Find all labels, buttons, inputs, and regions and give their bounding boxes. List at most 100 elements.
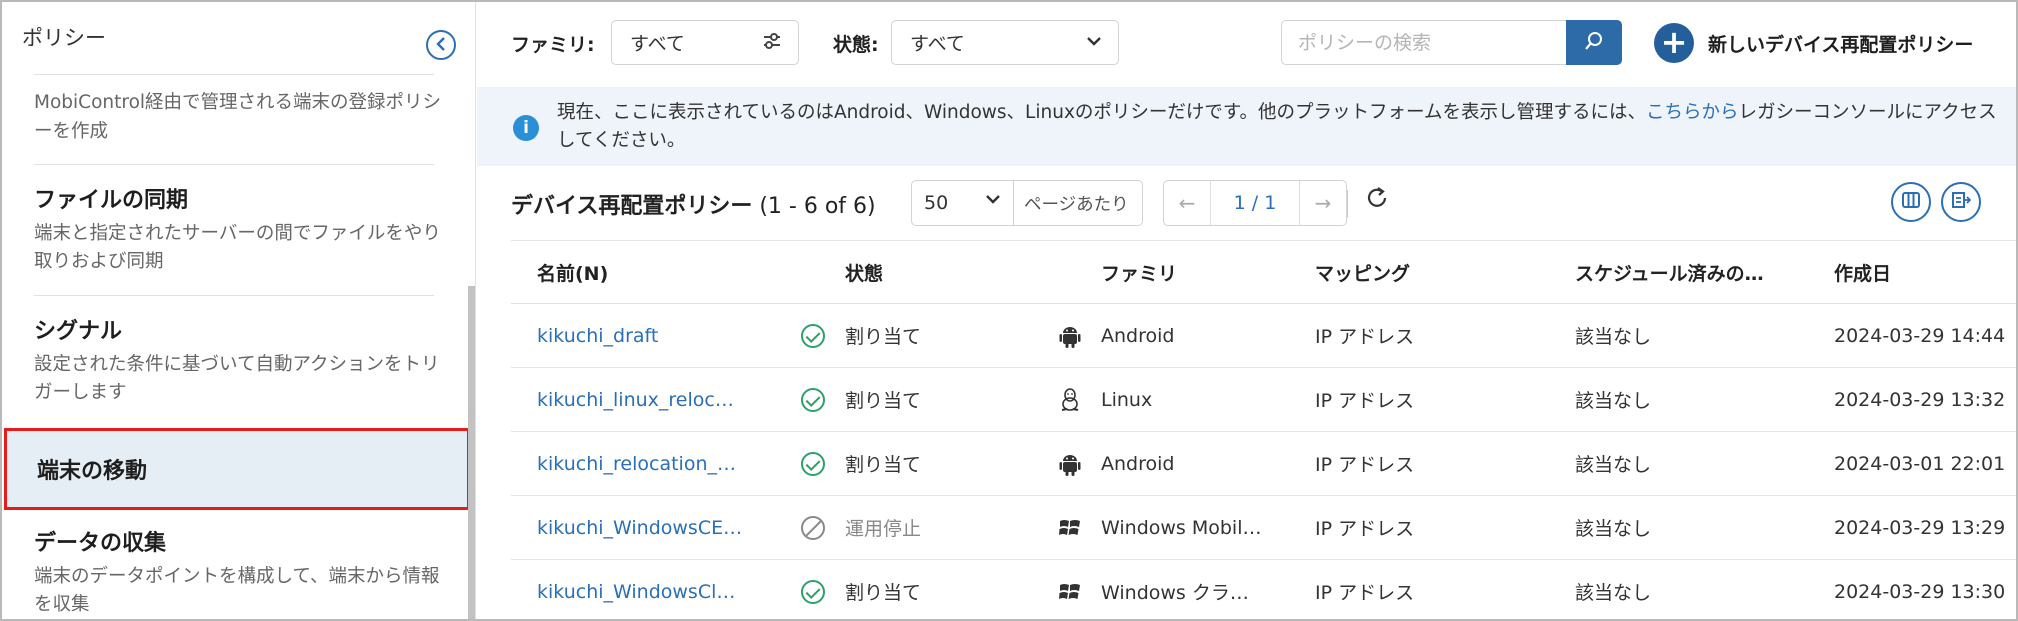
sidebar-title: ポリシー [22, 26, 106, 50]
policy-mapping: IP アドレス [1315, 454, 1415, 476]
sidebar-item-description: 端末と指定されたサーバーの間でファイルをやり取りおよび同期 [34, 223, 441, 272]
family-filter-select[interactable]: すべて [611, 20, 799, 65]
previous-page-button[interactable]: ← [1164, 181, 1210, 225]
per-page-select[interactable]: 50 ページあたり [911, 180, 1143, 226]
android-icon [1057, 432, 1083, 495]
policy-table: 名前(N) 状態 ファミリ マッピング スケジュール済みの… 作成日 kikuc… [511, 240, 2016, 619]
collapse-sidebar-button[interactable] [426, 30, 456, 60]
table-row[interactable]: kikuchi_WindowsCl… 割り当て Windows クラ… IP ア… [511, 560, 2016, 619]
new-policy-label: 新しいデバイス再配置ポリシー [1708, 33, 1974, 56]
sidebar-scrollbar[interactable] [468, 286, 475, 619]
policy-mapping: IP アドレス [1315, 582, 1415, 604]
search-button[interactable] [1566, 20, 1622, 65]
divider [34, 164, 434, 165]
table-header-row: 名前(N) 状態 ファミリ マッピング スケジュール済みの… 作成日 [511, 240, 2016, 304]
sidebar-item-label: シグナル [34, 319, 123, 344]
policy-mapping: IP アドレス [1315, 390, 1415, 412]
column-header-scheduled[interactable]: スケジュール済みの… [1575, 241, 1805, 304]
policy-mapping: IP アドレス [1315, 326, 1415, 348]
policy-scheduled: 該当なし [1575, 390, 1652, 412]
arrow-right-icon: → [1314, 191, 1332, 215]
policy-state: 割り当て [845, 390, 922, 412]
policy-created: 2024-03-29 13:30 [1834, 580, 2006, 603]
new-relocation-policy-button[interactable]: + 新しいデバイス再配置ポリシー [1654, 20, 1973, 66]
chevron-down-icon [985, 189, 1001, 214]
android-icon [1057, 304, 1083, 367]
policy-name-link[interactable]: kikuchi_linux_reloc… [537, 368, 787, 431]
info-banner-text: 現在、ここに表示されているのはAndroid、Windows、Linuxのポリシ… [557, 102, 1997, 151]
family-filter-value: すべて [630, 33, 685, 55]
policy-state: 割り当て [845, 454, 922, 476]
sidebar-item-data-collection[interactable]: データの収集 端末のデータポイントを構成して、端末から情報を収集 [34, 525, 454, 619]
policy-name-link[interactable]: kikuchi_WindowsCE… [537, 496, 787, 559]
table-row[interactable]: kikuchi_draft 割り当て Android IP アドレス 該当なし … [511, 304, 2016, 368]
sidebar-item-label: データの収集 [34, 531, 167, 556]
sidebar-item-label: ファイルの同期 [34, 188, 189, 213]
policy-name-link[interactable]: kikuchi_WindowsCl… [537, 560, 787, 619]
policy-created: 2024-03-29 14:44 [1834, 324, 2006, 347]
info-banner: i 現在、ここに表示されているのはAndroid、Windows、Linuxのポ… [477, 87, 2016, 166]
policy-family: Android [1101, 452, 1175, 475]
export-icon [1951, 190, 1972, 214]
table-row[interactable]: kikuchi_relocation_… 割り当て Android IP アドレ… [511, 432, 2016, 496]
sidebar-item-description: 設定された条件に基づいて自動アクションをトリガーします [34, 354, 440, 403]
policy-family: Android [1101, 324, 1175, 347]
pagination: ← 1 / 1 → [1163, 180, 1347, 226]
policy-name-link[interactable]: kikuchi_relocation_… [537, 432, 787, 495]
sliders-icon [762, 31, 782, 56]
policy-scheduled: 該当なし [1575, 582, 1652, 604]
column-header-state[interactable]: 状態 [845, 241, 985, 304]
policy-scheduled: 該当なし [1575, 326, 1652, 348]
policy-state: 割り当て [845, 582, 922, 604]
refresh-button[interactable] [1359, 182, 1395, 218]
refresh-icon [1364, 185, 1390, 215]
per-page-unit: ページあたり [1024, 194, 1129, 215]
sidebar-item-description: 端末のデータポイントを構成して、端末から情報を収集 [34, 566, 440, 615]
next-page-button[interactable]: → [1300, 181, 1346, 225]
column-settings-button[interactable] [1891, 182, 1931, 222]
export-button[interactable] [1941, 182, 1981, 222]
per-page-value: 50 [924, 192, 949, 214]
column-header-mapping[interactable]: マッピング [1315, 241, 1545, 304]
app-window: ポリシー MobiControl経由で管理される端末の登録ポリシーを作成 ファイ… [0, 0, 2018, 621]
disabled-circle-icon [801, 515, 825, 540]
chevron-left-icon [435, 36, 447, 55]
policy-created: 2024-03-01 22:01 [1834, 452, 2006, 475]
family-filter-label: ファミリ: [511, 34, 595, 56]
check-circle-icon [801, 579, 825, 604]
sidebar-item-signal[interactable]: シグナル 設定された条件に基づいて自動アクションをトリガーします [34, 313, 454, 407]
policy-scheduled: 該当なし [1575, 454, 1652, 476]
policy-state: 運用停止 [845, 518, 922, 540]
column-header-name[interactable]: 名前(N) [537, 241, 787, 304]
policy-scheduled: 該当なし [1575, 518, 1652, 540]
chevron-down-icon [1086, 31, 1102, 56]
sidebar-item-file-sync[interactable]: ファイルの同期 端末と指定されたサーバーの間でファイルをやり取りおよび同期 [34, 182, 454, 276]
list-range: (1 - 6 of 6) [759, 194, 876, 219]
legacy-console-link[interactable]: こちらから [1646, 102, 1739, 123]
column-header-created[interactable]: 作成日 [1834, 241, 2016, 304]
table-row[interactable]: kikuchi_linux_reloc… 割り当て Linux IP アドレス … [511, 368, 2016, 432]
page-indicator: 1 / 1 [1210, 181, 1300, 225]
state-filter-value: すべて [910, 33, 965, 55]
plus-icon: + [1654, 23, 1694, 63]
state-filter-select[interactable]: すべて [891, 20, 1119, 65]
linux-icon [1057, 368, 1083, 431]
column-header-family[interactable]: ファミリ [1101, 241, 1271, 304]
check-circle-icon [801, 451, 825, 476]
list-title: デバイス再配置ポリシー (1 - 6 of 6) [511, 194, 876, 219]
main-panel: ファミリ: すべて 状態: すべて + [477, 2, 2016, 619]
sidebar-item-label: 端末の移動 [37, 459, 148, 484]
state-filter-label: 状態: [833, 34, 879, 56]
filter-toolbar: ファミリ: すべて 状態: すべて + [477, 2, 2016, 84]
policy-state: 割り当て [845, 326, 922, 348]
table-row[interactable]: kikuchi_WindowsCE… 運用停止 Windows Mobil… I… [511, 496, 2016, 560]
per-page-value-box[interactable]: 50 [912, 181, 1014, 225]
sidebar-item-relocation[interactable]: 端末の移動 [4, 428, 470, 510]
policy-created: 2024-03-29 13:32 [1834, 388, 2006, 411]
policy-search-input[interactable] [1281, 20, 1566, 65]
columns-icon [1901, 190, 1921, 214]
divider [34, 74, 434, 75]
info-icon: i [513, 115, 539, 141]
search-icon [1584, 31, 1604, 55]
policy-name-link[interactable]: kikuchi_draft [537, 304, 787, 367]
